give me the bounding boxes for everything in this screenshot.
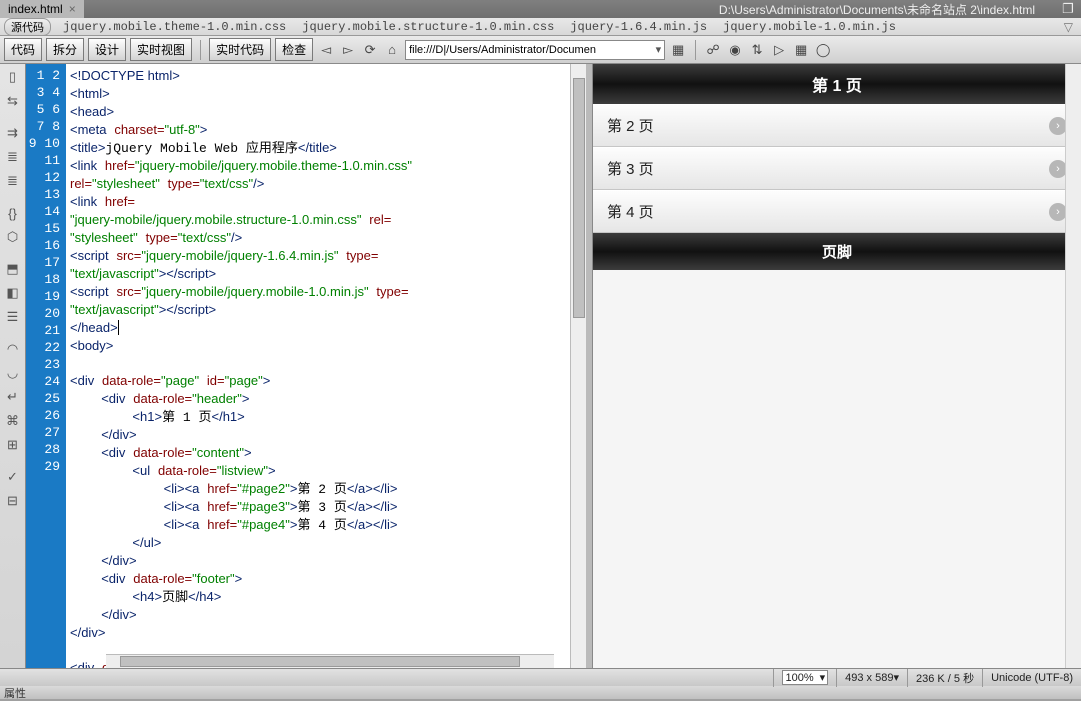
- search-icon[interactable]: ◯: [814, 41, 832, 59]
- title-bar: index.html × D:\Users\Administrator\Docu…: [0, 0, 1081, 18]
- preview-footer: 页脚: [593, 233, 1081, 270]
- listview-item-label: 第 4 页: [607, 201, 654, 222]
- preview-empty-area: [593, 270, 1081, 668]
- preview-header: 第 1 页: [593, 64, 1081, 104]
- related-file[interactable]: jquery-1.6.4.min.js: [562, 20, 715, 34]
- code-view-button[interactable]: 代码: [4, 38, 42, 61]
- properties-label[interactable]: 属性: [4, 685, 26, 701]
- listview-item[interactable]: 第 4 页 ›: [593, 190, 1081, 233]
- forward-icon[interactable]: ▻: [339, 41, 357, 59]
- left-toolbar: ▯ ⇆ ⇉ ≣ ≣ {} ⬡ ⬒ ◧ ☰ ◠ ◡ ↵ ⌘ ⊞ ✓ ⊟: [0, 64, 26, 668]
- upload-icon[interactable]: ⇅: [748, 41, 766, 59]
- home-icon[interactable]: ⌂: [383, 41, 401, 59]
- back-icon[interactable]: ◅: [317, 41, 335, 59]
- flow-icon[interactable]: ⇉: [4, 124, 22, 142]
- options-icon[interactable]: ◧: [4, 284, 22, 302]
- status-encoding: Unicode (UTF-8): [982, 669, 1081, 687]
- grid-icon[interactable]: ▦: [792, 41, 810, 59]
- code-horizontal-scrollbar[interactable]: [106, 654, 554, 668]
- brackets-icon[interactable]: {}: [4, 204, 22, 222]
- related-file[interactable]: jquery.mobile-1.0.min.js: [715, 20, 904, 34]
- source-code-button[interactable]: 源代码: [4, 18, 51, 36]
- related-files-bar: 源代码 jquery.mobile.theme-1.0.min.css jque…: [0, 18, 1081, 36]
- validate-icon[interactable]: ✓: [4, 468, 22, 486]
- separator: [695, 40, 696, 60]
- refresh-icon[interactable]: ⟳: [361, 41, 379, 59]
- work-area: ▯ ⇆ ⇉ ≣ ≣ {} ⬡ ⬒ ◧ ☰ ◠ ◡ ↵ ⌘ ⊞ ✓ ⊟ 1 2 3…: [0, 64, 1081, 668]
- wrap-icon[interactable]: ↵: [4, 388, 22, 406]
- status-load: 236 K / 5 秒: [907, 669, 982, 687]
- listview-item-label: 第 2 页: [607, 115, 654, 136]
- uncomment-icon[interactable]: ◡: [4, 364, 22, 382]
- live-code-button[interactable]: 实时代码: [209, 38, 271, 61]
- dropdown-icon: ▾: [893, 671, 899, 684]
- related-file[interactable]: jquery.mobile.structure-1.0.min.css: [294, 20, 562, 34]
- preview-scrollbar[interactable]: [1065, 64, 1081, 668]
- separator: [200, 40, 201, 60]
- design-view-button[interactable]: 设计: [88, 38, 126, 61]
- dropdown-icon: ▾: [820, 671, 826, 684]
- url-text: file:///D|/Users/Administrator/Documen: [409, 44, 596, 56]
- zoom-control[interactable]: 100%▾: [782, 670, 828, 685]
- line-gutter: 1 2 3 4 5 6 7 8 9 10 11 12 13 14 15 16 1…: [26, 64, 66, 668]
- bottom-bar: 属性: [0, 686, 1081, 699]
- main-toolbar: 代码 拆分 设计 实时视图 实时代码 检查 ◅ ▻ ⟳ ⌂ file:///D|…: [0, 36, 1081, 64]
- listview-item[interactable]: 第 3 页 ›: [593, 147, 1081, 190]
- status-bar: 100%▾ 493 x 589 ▾ 236 K / 5 秒 Unicode (U…: [0, 668, 1081, 686]
- ruler-icon[interactable]: ⊟: [4, 492, 22, 510]
- dropdown-icon[interactable]: ▾: [656, 43, 662, 56]
- list-icon[interactable]: ☰: [4, 308, 22, 326]
- filter-icon[interactable]: ▽: [1064, 20, 1073, 34]
- live-view-button[interactable]: 实时视图: [130, 38, 192, 61]
- highlight-icon[interactable]: ⬒: [4, 260, 22, 278]
- snippet-icon[interactable]: ⊞: [4, 436, 22, 454]
- tab-file[interactable]: index.html ×: [0, 0, 84, 18]
- listview-item[interactable]: 第 2 页 ›: [593, 104, 1081, 147]
- comment-icon[interactable]: ◠: [4, 340, 22, 358]
- split-view-button[interactable]: 拆分: [46, 38, 84, 61]
- file-path: D:\Users\Administrator\Documents\未命名站点 2…: [719, 1, 1059, 18]
- listview-item-label: 第 3 页: [607, 158, 654, 179]
- view-icon[interactable]: ▷: [770, 41, 788, 59]
- url-field[interactable]: file:///D|/Users/Administrator/Documen ▾: [405, 40, 665, 60]
- tool-icon[interactable]: ☍: [704, 41, 722, 59]
- expand-icon[interactable]: ⇆: [4, 92, 22, 110]
- code-text[interactable]: <!DOCTYPE html> <html> <head> <meta char…: [66, 64, 570, 668]
- globe-icon[interactable]: ◉: [726, 41, 744, 59]
- nav-icon[interactable]: ▦: [669, 41, 687, 59]
- window-restore-icon[interactable]: ❐: [1059, 0, 1077, 18]
- tab-filename: index.html: [8, 2, 63, 16]
- outdent-icon[interactable]: ≣: [4, 172, 22, 190]
- tag-icon[interactable]: ⬡: [4, 228, 22, 246]
- format-icon[interactable]: ⌘: [4, 412, 22, 430]
- close-tab-icon[interactable]: ×: [69, 2, 76, 16]
- pointer-icon[interactable]: ▯: [4, 68, 22, 86]
- indent-icon[interactable]: ≣: [4, 148, 22, 166]
- related-file[interactable]: jquery.mobile.theme-1.0.min.css: [55, 20, 294, 34]
- code-vertical-scrollbar[interactable]: [570, 64, 586, 668]
- live-preview-panel: 第 1 页 第 2 页 › 第 3 页 › 第 4 页 › 页脚: [592, 64, 1081, 668]
- status-size[interactable]: 493 x 589 ▾: [836, 669, 907, 687]
- code-editor-panel: 1 2 3 4 5 6 7 8 9 10 11 12 13 14 15 16 1…: [26, 64, 586, 668]
- inspect-button[interactable]: 检查: [275, 38, 313, 61]
